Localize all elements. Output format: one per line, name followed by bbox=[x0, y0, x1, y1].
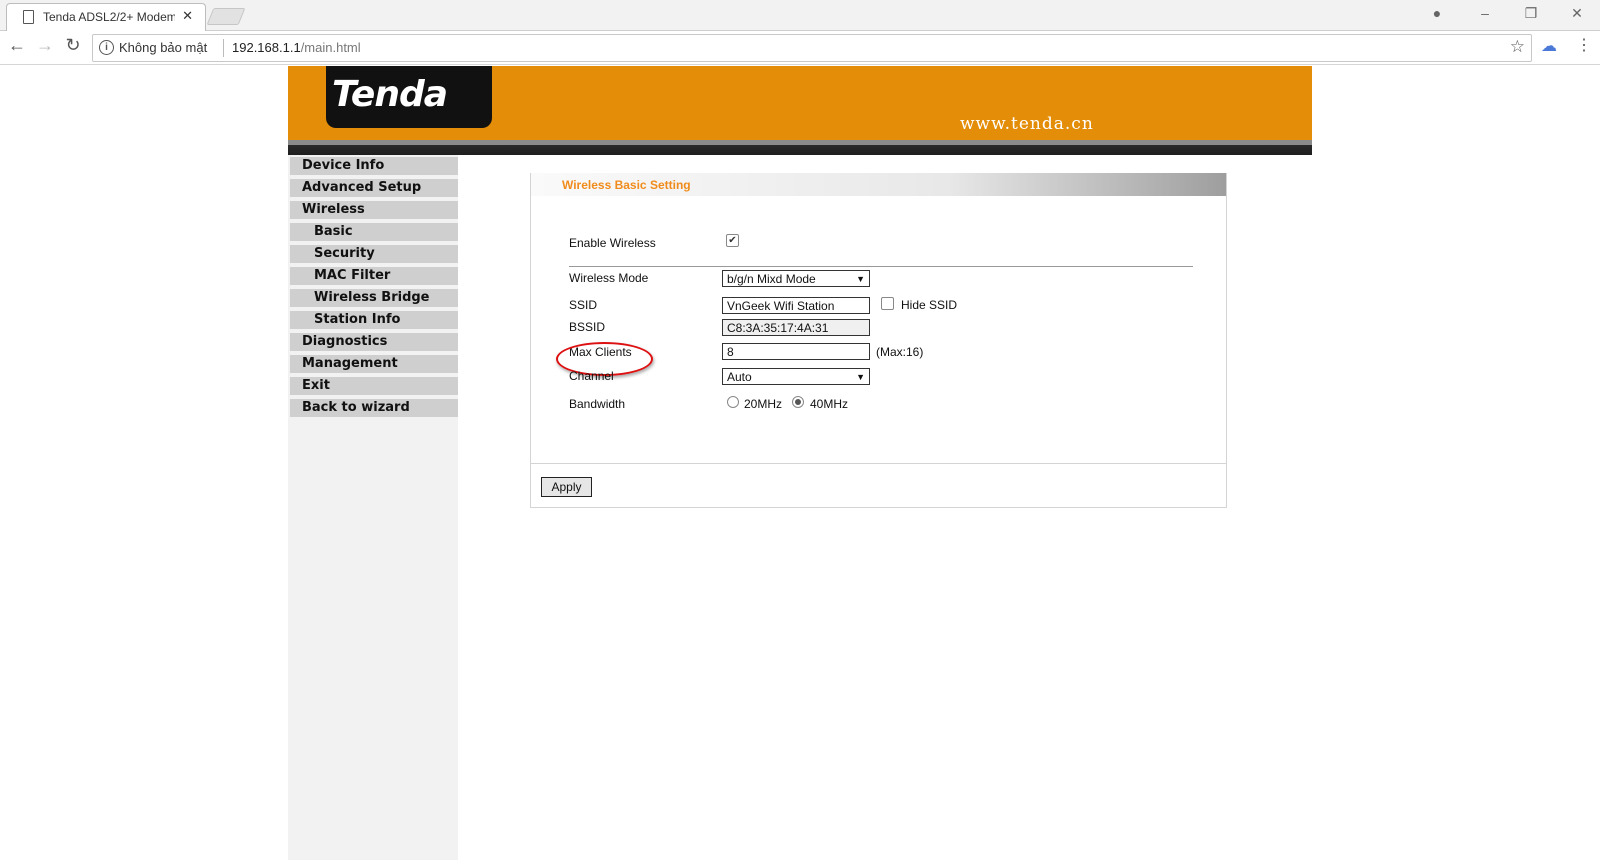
sidebar-item-device-info[interactable]: Device Info bbox=[290, 157, 458, 175]
apply-button[interactable]: Apply bbox=[541, 477, 592, 497]
url-path: /main.html bbox=[300, 40, 361, 55]
bookmark-star-icon[interactable]: ☆ bbox=[1510, 37, 1525, 57]
ssid-input[interactable]: VnGeek Wifi Station bbox=[722, 297, 870, 314]
divider bbox=[569, 266, 1193, 267]
panel-title: Wireless Basic Setting bbox=[562, 178, 691, 192]
sidebar-item-exit[interactable]: Exit bbox=[290, 377, 458, 395]
back-button[interactable]: ← bbox=[6, 35, 28, 56]
wireless-mode-select[interactable]: b/g/n Mixd Mode ▼ bbox=[722, 270, 870, 287]
close-tab-icon[interactable]: ✕ bbox=[182, 8, 193, 24]
enable-wireless-label: Enable Wireless bbox=[569, 236, 656, 250]
bssid-field: C8:3A:35:17:4A:31 bbox=[722, 319, 870, 336]
ssid-label: SSID bbox=[569, 298, 598, 312]
channel-select[interactable]: Auto ▼ bbox=[722, 368, 870, 385]
browser-toolbar: ← → ↻ i Không bảo mật 192.168.1.1/main.h… bbox=[0, 31, 1600, 65]
profile-icon[interactable]: ● bbox=[1428, 5, 1446, 21]
sidebar-item-back-to-wizard[interactable]: Back to wizard bbox=[290, 399, 458, 417]
new-tab-button[interactable] bbox=[206, 8, 246, 25]
channel-label: Channel bbox=[569, 369, 614, 383]
security-label: Không bảo mật bbox=[119, 40, 208, 55]
page-icon bbox=[23, 10, 34, 24]
bandwidth-40-label: 40MHz bbox=[810, 397, 849, 411]
sidebar-item-advanced-setup[interactable]: Advanced Setup bbox=[290, 179, 458, 197]
hide-ssid-label: Hide SSID bbox=[901, 298, 958, 312]
chevron-down-icon: ▼ bbox=[856, 274, 865, 284]
browser-tab[interactable]: Tenda ADSL2/2+ Modem ✕ bbox=[6, 3, 206, 31]
minimize-button[interactable]: – bbox=[1476, 5, 1494, 21]
wireless-mode-label: Wireless Mode bbox=[569, 271, 649, 285]
max-clients-note: (Max:16) bbox=[876, 345, 924, 359]
logo-text: Tenda bbox=[332, 74, 448, 115]
tab-title: Tenda ADSL2/2+ Modem bbox=[43, 10, 175, 24]
url-host: 192.168.1.1 bbox=[232, 40, 301, 55]
sidebar-item-management[interactable]: Management bbox=[290, 355, 458, 373]
forward-button[interactable]: → bbox=[34, 35, 56, 56]
sidebar-item-basic[interactable]: Basic bbox=[290, 223, 458, 241]
footer-divider bbox=[531, 463, 1226, 464]
max-clients-input[interactable]: 8 bbox=[722, 343, 870, 360]
panel-header: Wireless Basic Setting bbox=[531, 173, 1226, 196]
info-icon[interactable]: i bbox=[99, 40, 114, 55]
restore-button[interactable]: ❐ bbox=[1522, 5, 1540, 22]
tenda-logo: Tenda bbox=[326, 66, 492, 128]
url-text[interactable]: 192.168.1.1/main.html bbox=[232, 40, 361, 55]
site-url: www.tenda.cn bbox=[960, 114, 1094, 134]
sidebar-item-wireless[interactable]: Wireless bbox=[290, 201, 458, 219]
sidebar-item-station-info[interactable]: Station Info bbox=[290, 311, 458, 329]
bandwidth-40-radio[interactable] bbox=[792, 396, 804, 408]
bandwidth-20-radio[interactable] bbox=[727, 396, 739, 408]
cloud-extension-icon[interactable]: ☁ bbox=[1541, 36, 1557, 56]
address-separator bbox=[223, 39, 224, 57]
enable-wireless-checkbox[interactable]: ✔ bbox=[726, 234, 739, 247]
wireless-basic-panel: Wireless Basic Setting Enable Wireless ✔… bbox=[530, 173, 1227, 508]
browser-menu-icon[interactable]: ⋮ bbox=[1576, 35, 1592, 55]
chevron-down-icon: ▼ bbox=[856, 372, 865, 382]
close-window-button[interactable]: ✕ bbox=[1568, 5, 1586, 22]
address-bar[interactable]: i Không bảo mật 192.168.1.1/main.html ☆ bbox=[92, 34, 1532, 62]
bandwidth-20-label: 20MHz bbox=[744, 397, 783, 411]
router-banner: Tenda www.tenda.cn bbox=[288, 66, 1312, 140]
sidebar-item-wireless-bridge[interactable]: Wireless Bridge bbox=[290, 289, 458, 307]
sidebar-item-security[interactable]: Security bbox=[290, 245, 458, 263]
banner-band bbox=[288, 140, 1312, 155]
bandwidth-label: Bandwidth bbox=[569, 397, 626, 411]
browser-tab-bar: Tenda ADSL2/2+ Modem ✕ ● – ❐ ✕ bbox=[0, 0, 1600, 31]
sidebar-item-mac-filter[interactable]: MAC Filter bbox=[290, 267, 458, 285]
sidebar-menu: Device Info Advanced Setup Wireless Basi… bbox=[288, 155, 458, 860]
reload-button[interactable]: ↻ bbox=[62, 35, 84, 56]
hide-ssid-checkbox[interactable] bbox=[881, 297, 894, 310]
sidebar-item-diagnostics[interactable]: Diagnostics bbox=[290, 333, 458, 351]
bssid-label: BSSID bbox=[569, 320, 606, 334]
